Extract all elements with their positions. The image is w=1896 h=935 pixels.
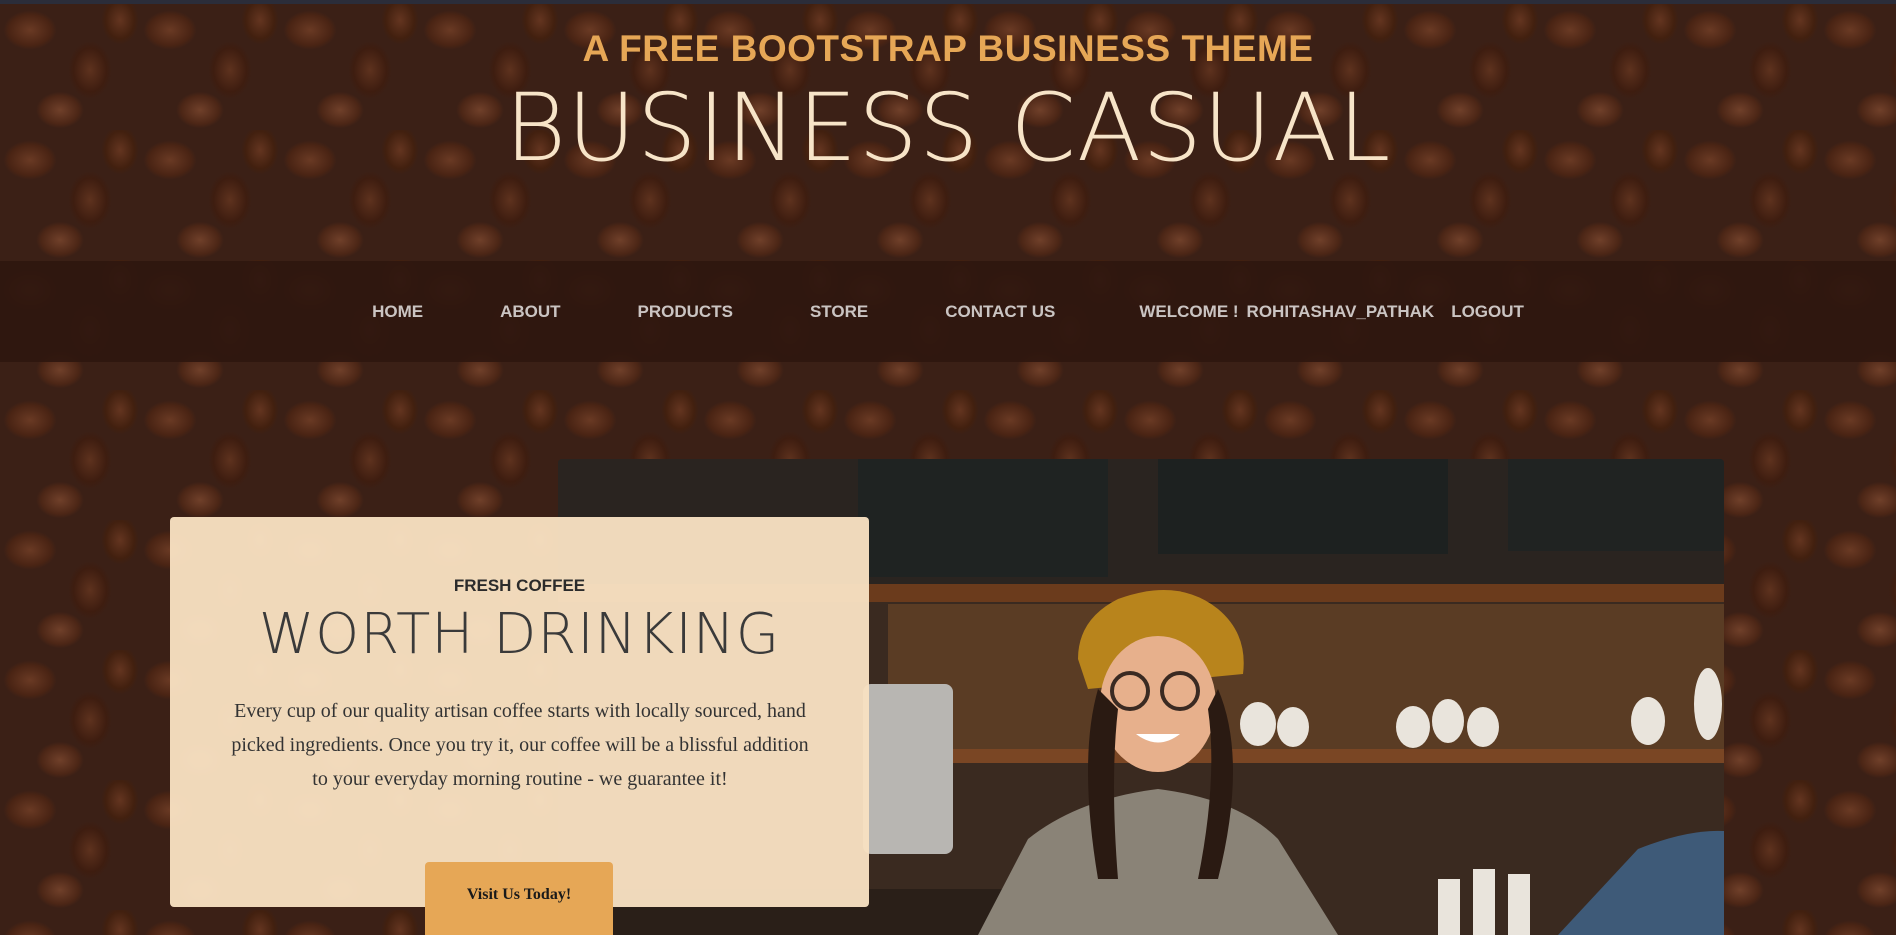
site-tagline: A FREE BOOTSTRAP BUSINESS THEME xyxy=(582,28,1314,69)
intro-subheading: FRESH COFFEE xyxy=(453,576,586,595)
visit-us-button[interactable]: Visit Us Today! xyxy=(425,862,613,935)
nav-username[interactable]: ROHITASHAV_PATHAK xyxy=(1247,302,1435,322)
nav-item-store[interactable]: STORE xyxy=(810,302,868,322)
nav-list: HOME ABOUT PRODUCTS STORE CONTACT US WEL… xyxy=(0,261,1896,362)
nav-logout-link[interactable]: LOGOUT xyxy=(1451,302,1524,322)
main-navbar: HOME ABOUT PRODUCTS STORE CONTACT US WEL… xyxy=(0,261,1896,362)
site-header: A FREE BOOTSTRAP BUSINESS THEME BUSINESS… xyxy=(0,4,1896,261)
nav-item-products[interactable]: PRODUCTS xyxy=(638,302,733,322)
intro-heading: WORTH DRINKING xyxy=(258,602,781,667)
nav-item-contact-us[interactable]: CONTACT US xyxy=(945,302,1055,322)
site-brand-title[interactable]: BUSINESS CASUAL xyxy=(0,74,1896,184)
nav-item-about[interactable]: ABOUT xyxy=(500,302,560,322)
visit-us-button-label: Visit Us Today! xyxy=(466,885,572,903)
nav-item-home[interactable]: HOME xyxy=(372,302,423,322)
intro-card: FRESH COFFEE WORTH DRINKING Every cup of… xyxy=(170,517,869,907)
intro-body-text: Every cup of our quality artisan coffee … xyxy=(231,700,809,790)
nav-welcome-label: WELCOME ! xyxy=(1139,301,1239,321)
